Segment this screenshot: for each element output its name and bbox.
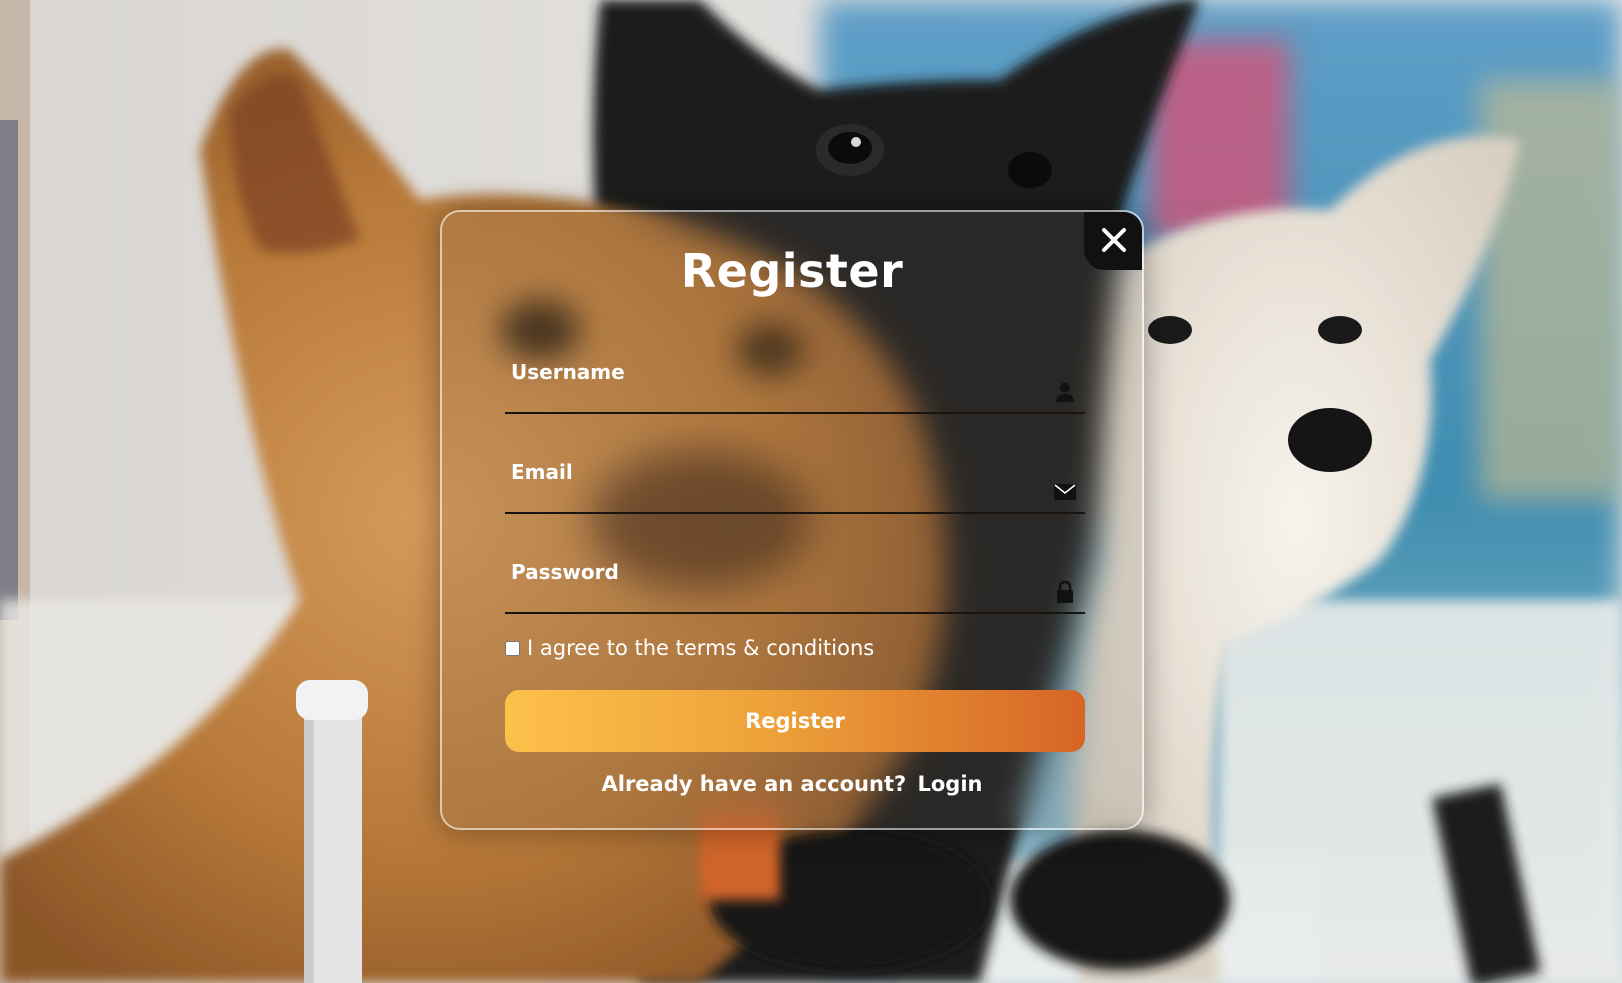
username-input[interactable] [505,352,1049,412]
terms-row[interactable]: I agree to the terms & conditions [505,636,874,660]
modal-title: Register [680,244,904,298]
register-button[interactable]: Register [505,690,1085,752]
login-prompt-row: Already have an account? Login [442,772,1142,796]
terms-checkbox[interactable] [505,640,520,656]
email-field[interactable]: Email [505,452,1085,514]
lock-icon [1053,580,1077,604]
username-field[interactable]: Username [505,352,1085,414]
terms-label: I agree to the terms & conditions [527,636,875,660]
login-link[interactable]: Login [917,772,982,796]
login-prompt-text: Already have an account? [601,772,907,796]
mail-icon [1053,480,1077,504]
email-input[interactable] [505,452,1049,512]
register-modal: Register Username Email Password I agree… [440,210,1144,830]
password-field[interactable]: Password [505,552,1085,614]
password-input[interactable] [505,552,1049,612]
user-icon [1053,380,1077,404]
